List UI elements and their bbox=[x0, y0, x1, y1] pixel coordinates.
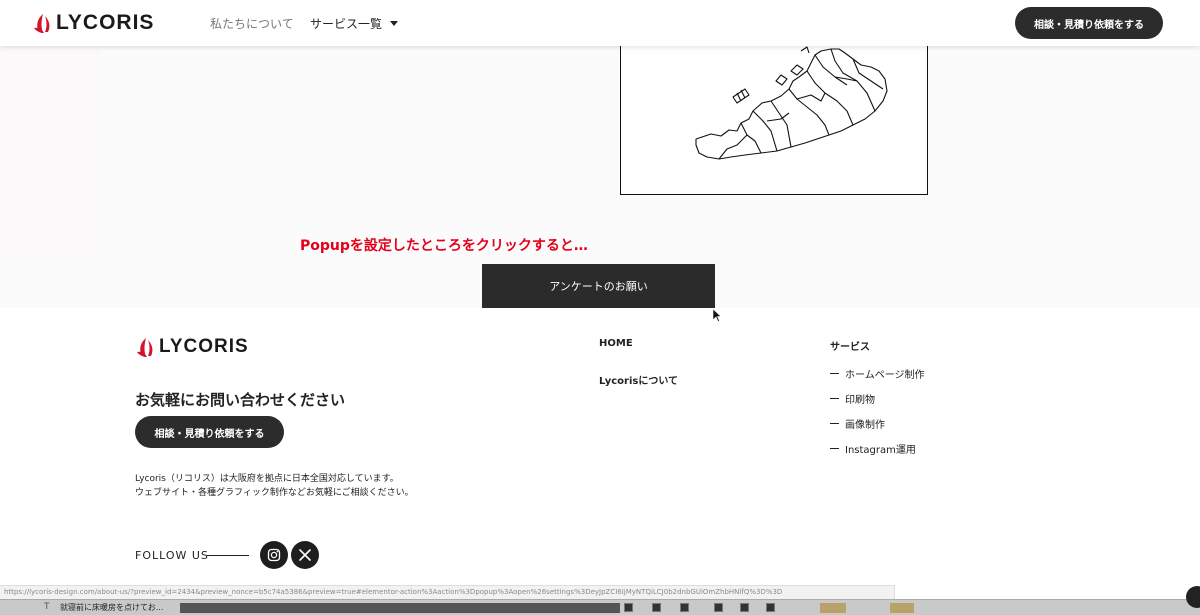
lycoris-flower-icon bbox=[34, 14, 50, 33]
description-line-1: Lycoris（リコリス）は大阪府を拠点に日本全国対応しています。 bbox=[135, 474, 399, 484]
footer-logo[interactable]: LYCORIS bbox=[135, 336, 249, 358]
taskbar-icon[interactable] bbox=[740, 603, 749, 612]
left-panel bbox=[0, 46, 100, 264]
service-link-web[interactable]: ホームページ制作 bbox=[830, 366, 925, 381]
caret-down-icon bbox=[390, 21, 399, 26]
consult-button[interactable]: 相談・見積り依頼をする bbox=[1015, 7, 1163, 39]
header-logo[interactable]: LYCORIS bbox=[32, 11, 154, 35]
service-link-instagram[interactable]: Instagram運用 bbox=[830, 441, 916, 456]
service-label: 印刷物 bbox=[845, 395, 875, 406]
footer-nav-about[interactable]: Lycorisについて bbox=[599, 372, 678, 387]
services-heading: サービス bbox=[830, 342, 870, 353]
x-twitter-button[interactable] bbox=[291, 541, 319, 569]
instagram-icon bbox=[267, 548, 281, 562]
taskbar-item-label[interactable]: 就寝前に床暖房を点けてお... bbox=[60, 602, 163, 613]
os-taskbar: T 就寝前に床暖房を点けてお... bbox=[0, 599, 1200, 615]
footer-brand-name: LYCORIS bbox=[159, 336, 249, 357]
taskbar-icon[interactable] bbox=[652, 603, 661, 612]
service-link-print[interactable]: 印刷物 bbox=[830, 391, 875, 406]
company-description: Lycoris（リコリス）は大阪府を拠点に日本全国対応しています。 ウェブサイト… bbox=[135, 472, 414, 500]
service-link-image[interactable]: 画像制作 bbox=[830, 416, 885, 431]
taskbar-chip bbox=[820, 603, 846, 613]
status-bar-url: https://lycoris-design.com/about-us/?pre… bbox=[0, 585, 895, 599]
taskbar-icon[interactable] bbox=[766, 603, 775, 612]
mouse-cursor-icon bbox=[713, 309, 721, 322]
dash-icon bbox=[830, 398, 839, 399]
taskbar-timeline bbox=[180, 603, 620, 613]
taskbar-icon[interactable] bbox=[680, 603, 689, 612]
instagram-button[interactable] bbox=[260, 541, 288, 569]
nav-services-label: サービス一覧 bbox=[310, 17, 383, 31]
taskbar-icon[interactable] bbox=[624, 603, 633, 612]
brand-name: LYCORIS bbox=[56, 11, 155, 34]
follow-us-label: FOLLOW US bbox=[135, 549, 209, 562]
contact-heading: お気軽にお問い合わせください bbox=[135, 391, 346, 409]
site-header: LYCORIS 私たちについて サービス一覧 相談・見積り依頼をする bbox=[0, 0, 1200, 46]
map-image bbox=[620, 40, 928, 195]
taskbar-icon[interactable] bbox=[714, 603, 723, 612]
service-label: 画像制作 bbox=[845, 420, 885, 431]
nav-about-link[interactable]: 私たちについて bbox=[210, 15, 294, 32]
annotation-text: Popupを設定したところをクリックすると… bbox=[300, 238, 588, 254]
follow-us-divider bbox=[207, 555, 249, 556]
x-logo-icon bbox=[299, 549, 311, 561]
description-line-2: ウェブサイト・各種グラフィック制作などお気軽にご相談ください。 bbox=[135, 488, 414, 498]
lycoris-flower-icon bbox=[137, 338, 153, 357]
nav-services-menu[interactable]: サービス一覧 bbox=[310, 15, 399, 32]
service-label: Instagram運用 bbox=[845, 445, 916, 456]
text-tool-icon: T bbox=[44, 602, 50, 612]
footer-nav-home[interactable]: HOME bbox=[599, 338, 633, 349]
dash-icon bbox=[830, 423, 839, 424]
taskbar-chip bbox=[890, 603, 914, 613]
footer-consult-button[interactable]: 相談・見積り依頼をする bbox=[135, 416, 284, 448]
survey-button[interactable]: アンケートのお願い bbox=[482, 264, 715, 308]
dash-icon bbox=[830, 373, 839, 374]
osaka-map-illustration bbox=[695, 46, 888, 160]
dash-icon bbox=[830, 448, 839, 449]
service-label: ホームページ制作 bbox=[845, 370, 925, 381]
